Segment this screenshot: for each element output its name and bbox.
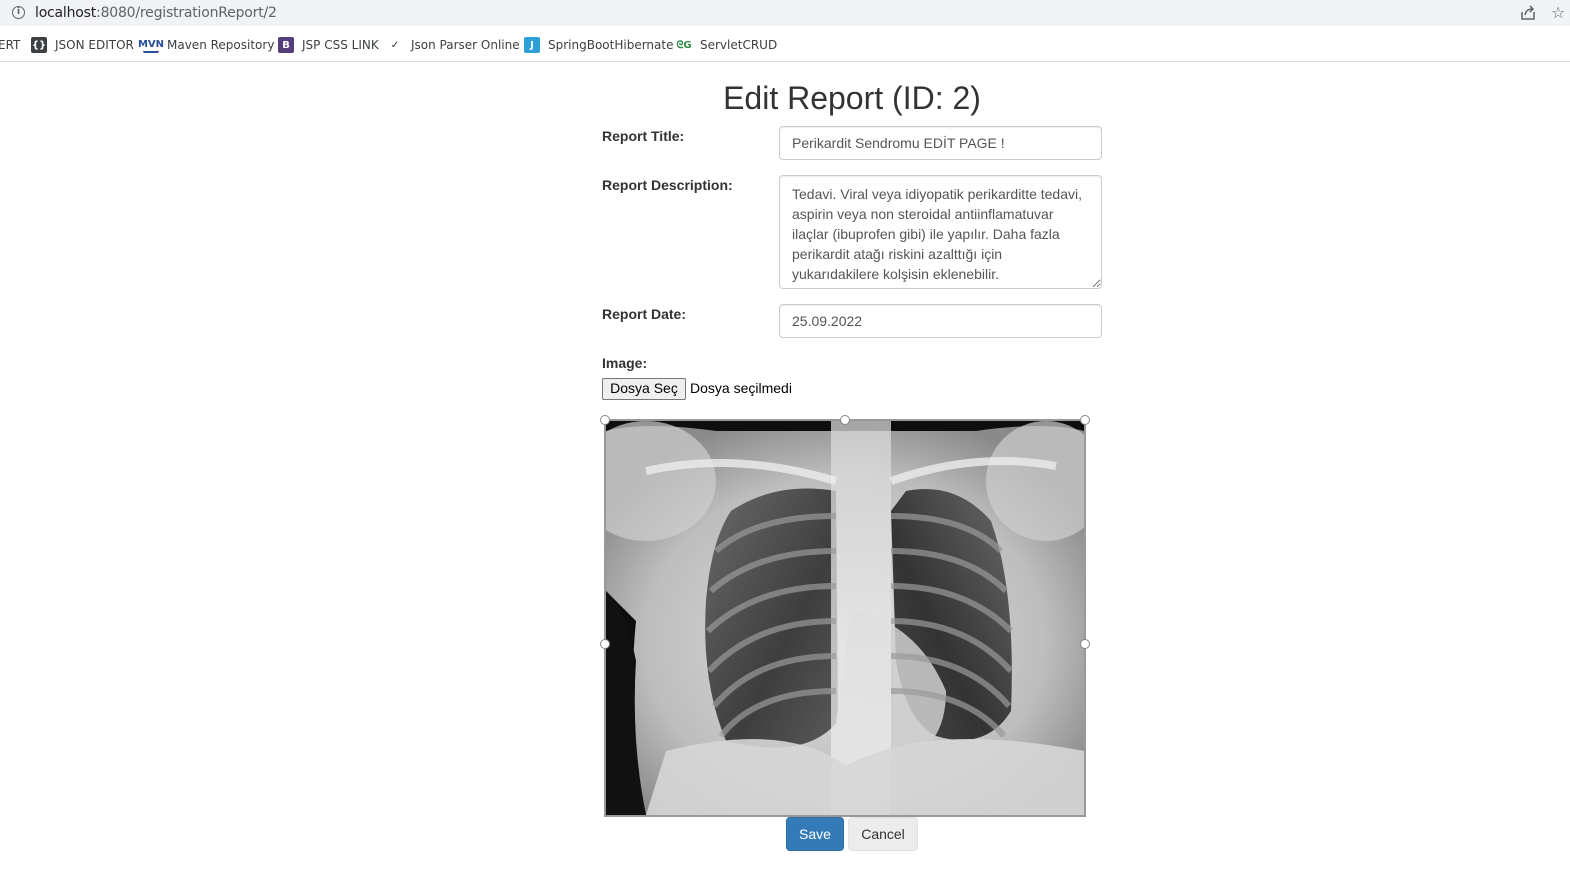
bookmark-label: ERT	[0, 38, 21, 52]
bookmark-ert[interactable]: ERT	[0, 36, 20, 54]
crop-handle-top-left[interactable]	[600, 415, 610, 425]
file-status-text: Dosya seçilmedi	[690, 380, 792, 396]
star-icon[interactable]: ☆	[1551, 3, 1565, 22]
image-label: Image:	[602, 355, 648, 371]
cancel-button[interactable]: Cancel	[848, 817, 918, 851]
bookmark-servletcrud[interactable]: ᘓG ServletCRUD	[676, 36, 777, 54]
report-image	[604, 419, 1086, 817]
bookmark-label: Maven Repository	[167, 38, 275, 52]
report-title-input[interactable]	[779, 126, 1102, 160]
address-bar[interactable]: i localhost:8080/registrationReport/2 ☆	[0, 0, 1570, 26]
json-icon: {}	[31, 37, 47, 53]
report-description-textarea[interactable]: Tedavi. Viral veya idiyopatik perikardit…	[779, 175, 1102, 289]
crop-handle-top-right[interactable]	[1080, 415, 1090, 425]
crop-handle-right[interactable]	[1080, 639, 1090, 649]
bookmark-label: JSON EDITOR	[55, 38, 134, 52]
bookmarks-bar: ERT {} JSON EDITOR MVN Maven Repository …	[0, 26, 1570, 62]
bookmark-label: ServletCRUD	[700, 38, 778, 52]
bookmark-label: SpringBootHibernate	[548, 38, 674, 52]
crop-handle-top[interactable]	[840, 415, 850, 425]
share-icon[interactable]	[1519, 4, 1537, 22]
info-icon[interactable]: i	[12, 6, 25, 19]
bookmark-label: Json Parser Online	[411, 38, 520, 52]
page-title: Edit Report (ID: 2)	[723, 80, 981, 116]
bookmark-springboothibernate[interactable]: J SpringBootHibernate	[524, 36, 673, 54]
report-title-label: Report Title:	[602, 128, 685, 144]
report-image-cropper[interactable]	[600, 415, 1090, 817]
maven-icon: MVN	[138, 37, 164, 53]
crop-handle-left[interactable]	[600, 639, 610, 649]
url-text[interactable]: localhost:8080/registrationReport/2	[35, 5, 277, 21]
save-button[interactable]: Save	[786, 817, 844, 851]
bookmark-json-parser-online[interactable]: ✓ Json Parser Online	[387, 36, 520, 54]
choose-file-button[interactable]: Dosya Seç	[602, 378, 686, 400]
report-date-input[interactable]	[779, 304, 1102, 338]
bookmark-maven-repository[interactable]: MVN Maven Repository	[138, 36, 275, 54]
bookmark-label: JSP CSS LINK	[302, 38, 379, 52]
bookmark-json-editor[interactable]: {} JSON EDITOR	[31, 36, 134, 54]
bookmark-jsp-css-link[interactable]: B JSP CSS LINK	[278, 36, 379, 54]
url-host: localhost	[35, 5, 97, 21]
json-parser-icon: ✓	[390, 39, 400, 51]
j-icon: J	[524, 37, 540, 53]
chest-xray-image	[606, 421, 1084, 815]
bootstrap-icon: B	[278, 37, 294, 53]
gfg-icon: ᘓG	[676, 39, 692, 51]
report-date-label: Report Date:	[602, 306, 687, 322]
url-path: :8080/registrationReport/2	[96, 5, 277, 21]
report-description-label: Report Description:	[602, 177, 733, 193]
